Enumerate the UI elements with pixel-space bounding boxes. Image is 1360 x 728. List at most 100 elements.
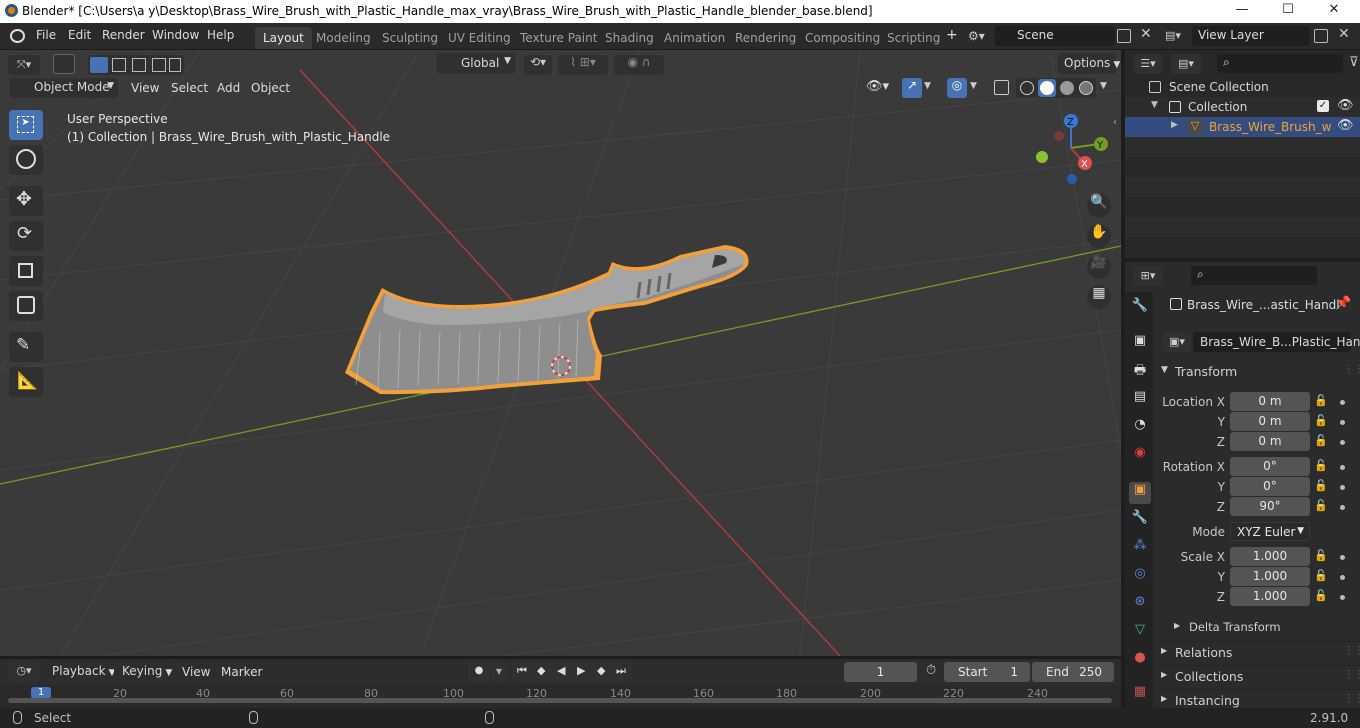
rotation-y-field[interactable]: 0° xyxy=(1230,477,1310,496)
add-workspace-button[interactable]: + xyxy=(946,27,958,43)
world-tab-icon[interactable]: ◉ xyxy=(1129,445,1151,467)
delete-view-layer-icon[interactable]: ✕ xyxy=(1338,26,1350,42)
select-difference-icon[interactable] xyxy=(152,58,166,72)
tab-sculpting[interactable]: Sculpting xyxy=(374,27,446,49)
jump-start-icon[interactable]: ⏮ xyxy=(517,664,527,678)
select-extend-icon[interactable] xyxy=(112,58,126,72)
jump-end-icon[interactable]: ⏭ xyxy=(616,664,626,678)
end-frame-field[interactable]: End 250 xyxy=(1032,662,1114,682)
tab-uv-editing[interactable]: UV Editing xyxy=(440,27,519,49)
navigation-gizmo[interactable]: Z Y X xyxy=(1033,113,1113,193)
start-frame-field[interactable]: Start 1 xyxy=(944,662,1030,682)
delete-scene-icon[interactable]: ✕ xyxy=(1140,26,1152,42)
select-subtract-icon[interactable] xyxy=(132,58,146,72)
select-tool-header-icon[interactable] xyxy=(53,54,75,74)
maximize-button[interactable]: ☐ xyxy=(1268,2,1308,20)
hand-pan-icon[interactable]: ✋ xyxy=(1087,224,1111,248)
menu-edit[interactable]: Edit xyxy=(68,28,91,42)
modifier-tab-icon[interactable]: 🔧 xyxy=(1129,510,1151,532)
object-tab-icon[interactable]: ▣ xyxy=(1129,482,1151,504)
tab-compositing[interactable]: Compositing xyxy=(797,27,888,49)
annotate-tool[interactable]: ✎ xyxy=(9,332,43,362)
keyframe-dot-icon[interactable] xyxy=(1340,400,1345,405)
eye-icon[interactable]: 👁 xyxy=(1337,118,1354,133)
lock-icon[interactable]: 🔓 xyxy=(1314,589,1328,602)
drag-handle-icon[interactable]: ⋮⋮ xyxy=(1344,645,1360,656)
checkbox-icon[interactable]: ✓ xyxy=(1317,100,1329,112)
lock-icon[interactable]: 🔓 xyxy=(1314,569,1328,582)
scale-tool[interactable] xyxy=(9,256,43,286)
cursor-tool[interactable] xyxy=(9,145,43,175)
auto-keying-icon[interactable]: ● xyxy=(468,662,490,682)
outliner-row-collection[interactable]: ▼ Collection ✓ 👁 xyxy=(1125,97,1360,117)
lock-icon[interactable]: 🔓 xyxy=(1314,499,1328,512)
view-layer-selector[interactable]: View Layer xyxy=(1192,26,1310,46)
gizmo-toggle-icon[interactable]: ↗ xyxy=(902,78,922,98)
editor-type-icon[interactable]: ⤧▾ xyxy=(8,55,40,75)
tab-animation[interactable]: Animation xyxy=(656,27,733,49)
next-keyframe-icon[interactable]: ◆ xyxy=(597,664,605,677)
sidebar-toggle-icon[interactable]: ‹ xyxy=(1113,117,1117,128)
object-data-selector-icon[interactable]: ▣▾ xyxy=(1163,332,1191,352)
pivot-point-icon[interactable]: ⟲▾ xyxy=(524,55,552,75)
viewport-menu-add[interactable]: Add xyxy=(217,81,240,95)
physics-tab-icon[interactable]: ◎ xyxy=(1129,566,1151,588)
view-layer-tab-icon[interactable]: ▤ xyxy=(1129,389,1151,411)
gizmo-dropdown-icon[interactable]: ▼ xyxy=(924,81,931,91)
timeline-menu-marker[interactable]: Marker xyxy=(221,665,262,679)
snap-icon[interactable]: ⌇ ⊞▾ xyxy=(558,55,608,75)
keyframe-dot-icon[interactable] xyxy=(1340,575,1345,580)
scale-x-field[interactable]: 1.000 xyxy=(1230,547,1310,566)
blender-menu-icon[interactable] xyxy=(10,29,25,43)
timeline-editor-type-icon[interactable]: ◷▾ xyxy=(8,661,40,682)
lock-icon[interactable]: 🔓 xyxy=(1314,479,1328,492)
scene-selector[interactable]: Scene xyxy=(995,26,1115,46)
playback-menu[interactable]: Playback ▼ xyxy=(44,661,116,682)
outliner-row-object[interactable]: ▶ ▽ Brass_Wire_Brush_w 👁 xyxy=(1125,117,1360,137)
play-icon[interactable]: ▶ xyxy=(577,664,585,677)
lock-icon[interactable]: 🔓 xyxy=(1314,549,1328,562)
timeline-menu-view[interactable]: View xyxy=(182,665,210,679)
select-box-tool[interactable]: ➤ xyxy=(9,110,43,140)
pin-icon[interactable]: 📌 xyxy=(1335,296,1351,311)
material-tab-icon[interactable]: ● xyxy=(1129,650,1151,672)
relations-panel-header[interactable]: ▶ Relations ⋮⋮ xyxy=(1157,641,1360,661)
visibility-eye-icon[interactable]: 👁▾ xyxy=(866,79,896,98)
overlays-toggle-icon[interactable]: ◎ xyxy=(947,78,967,98)
keyframe-dot-icon[interactable] xyxy=(1340,420,1345,425)
collections-panel-header[interactable]: ▶ Collections ⋮⋮ xyxy=(1157,665,1360,685)
options-dropdown[interactable]: Options ▼ xyxy=(1058,53,1120,74)
overlays-dropdown-icon[interactable]: ▼ xyxy=(970,81,977,91)
lock-icon[interactable]: 🔓 xyxy=(1314,459,1328,472)
constraints-tab-icon[interactable]: ⊛ xyxy=(1129,594,1151,616)
tab-modeling[interactable]: Modeling xyxy=(308,27,379,49)
select-intersect-icon[interactable] xyxy=(169,58,181,72)
rendered-shading-icon[interactable] xyxy=(1079,81,1093,95)
tab-layout[interactable]: Layout xyxy=(255,27,312,49)
tab-shading[interactable]: Shading xyxy=(597,27,662,49)
solid-shading-icon[interactable] xyxy=(1038,79,1056,97)
eye-icon[interactable]: 👁 xyxy=(1337,98,1354,113)
lock-icon[interactable]: 🔓 xyxy=(1314,394,1328,407)
scale-z-field[interactable]: 1.000 xyxy=(1230,587,1310,606)
tool-tab-icon[interactable]: 🔧 xyxy=(1129,298,1151,320)
location-z-field[interactable]: 0 m xyxy=(1230,432,1310,451)
scene-tab-icon[interactable]: ◔ xyxy=(1129,417,1151,439)
rotate-tool[interactable]: ⟳ xyxy=(9,221,43,251)
lock-icon[interactable]: 🔓 xyxy=(1314,414,1328,427)
camera-icon[interactable]: 🎥 xyxy=(1087,255,1111,279)
move-tool[interactable]: ✥ xyxy=(9,186,43,216)
expand-arrow-icon[interactable]: ▼ xyxy=(1151,100,1158,110)
rotation-mode-dropdown[interactable]: XYZ Euler ▼ xyxy=(1230,522,1310,541)
new-scene-icon[interactable] xyxy=(1117,29,1131,43)
viewport-menu-select[interactable]: Select xyxy=(171,81,208,95)
object-mode-dropdown[interactable]: Object Mode ▼ xyxy=(10,78,118,98)
expand-arrow-icon[interactable]: ▶ xyxy=(1171,120,1178,130)
tab-rendering[interactable]: Rendering xyxy=(727,27,804,49)
stopwatch-icon[interactable]: ⏱ xyxy=(926,663,936,678)
menu-file[interactable]: File xyxy=(36,28,56,42)
menu-help[interactable]: Help xyxy=(207,28,234,42)
transform-panel-header[interactable]: ▼ Transform ⋮⋮ xyxy=(1157,362,1360,382)
object-name-field[interactable]: Brass_Wire_...astic_Handl xyxy=(1187,298,1340,312)
scale-y-field[interactable]: 1.000 xyxy=(1230,567,1310,586)
